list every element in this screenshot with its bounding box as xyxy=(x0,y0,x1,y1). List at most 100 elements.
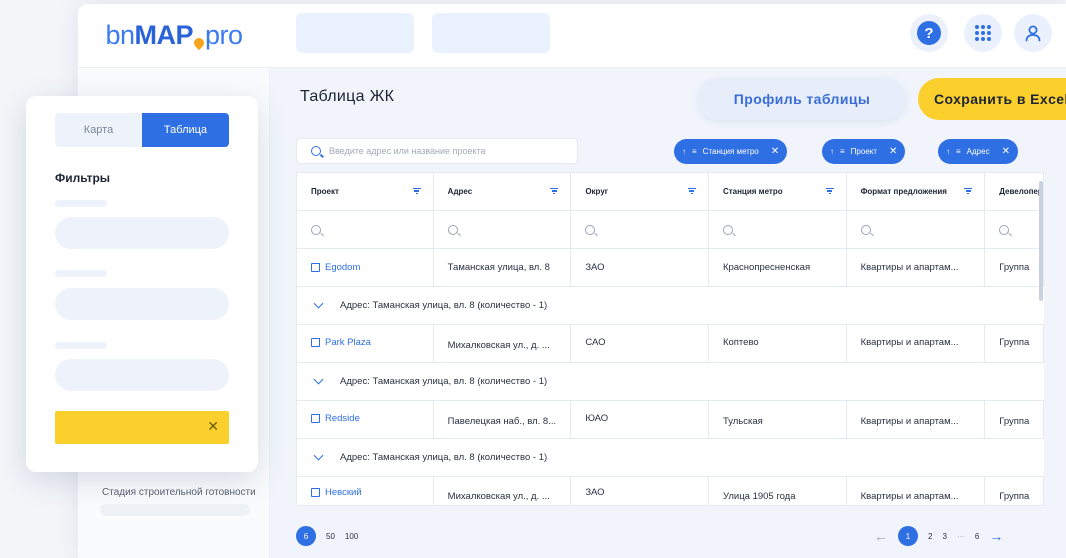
page-number[interactable]: 3 xyxy=(942,532,946,541)
logo-text-bn: bn xyxy=(105,20,135,50)
column-search-cell[interactable] xyxy=(985,211,1044,248)
filter-chip-label: Адрес xyxy=(966,147,990,156)
chevron-down-icon[interactable] xyxy=(313,298,324,309)
external-link-icon xyxy=(311,413,321,423)
tab-map[interactable]: Карта xyxy=(55,113,142,147)
column-header-district[interactable]: Округ xyxy=(571,173,709,210)
table-header-row: Проект Адрес Округ Станция метро Формат … xyxy=(297,173,1044,211)
column-header-label: Девелопер xyxy=(999,187,1043,196)
district-cell: ЗАО xyxy=(571,477,709,505)
close-icon[interactable]: ✕ xyxy=(207,418,219,435)
per-page-option[interactable]: 100 xyxy=(345,532,358,541)
save-excel-button[interactable]: Сохранить в Excel xyxy=(918,78,1066,120)
project-cell[interactable]: Невский xyxy=(297,477,434,505)
chevron-down-icon[interactable] xyxy=(313,374,324,385)
project-link[interactable]: Egodom xyxy=(325,262,360,273)
column-header-address[interactable]: Адрес xyxy=(434,173,572,210)
column-search-cell[interactable] xyxy=(571,211,709,248)
district-cell: САО xyxy=(571,325,709,362)
per-page-option-active[interactable]: 6 xyxy=(296,526,316,546)
logo[interactable]: bn MAP pro xyxy=(78,4,270,68)
project-link[interactable]: Невский xyxy=(325,487,362,498)
column-header-developer[interactable]: Девелопер xyxy=(985,173,1044,210)
filter-icon: ≡ xyxy=(840,147,845,156)
district-cell: ЗАО xyxy=(571,249,709,286)
external-link-icon xyxy=(311,487,321,497)
data-table: Проект Адрес Округ Станция метро Формат … xyxy=(296,172,1044,506)
logo-text-map: MAP xyxy=(134,20,194,50)
search-icon xyxy=(447,224,458,235)
table-row[interactable]: Egodom Таманская улица, вл. 8 ЗАО Красно… xyxy=(297,249,1044,287)
column-header-format[interactable]: Формат предложения xyxy=(847,173,986,210)
close-icon[interactable]: ✕ xyxy=(771,146,779,157)
filter-icon[interactable] xyxy=(687,187,696,196)
filter-field[interactable] xyxy=(55,288,229,320)
search-input[interactable] xyxy=(329,146,569,156)
page-number[interactable]: 6 xyxy=(975,532,979,541)
chevron-down-icon[interactable] xyxy=(313,450,324,461)
filter-icon[interactable] xyxy=(412,187,421,196)
column-search-cell[interactable] xyxy=(847,211,986,248)
sort-up-icon: ↑ xyxy=(682,147,686,156)
per-page-selector: 6 50 100 xyxy=(296,526,358,546)
filters-title: Фильтры xyxy=(55,171,111,185)
search-icon xyxy=(722,224,733,235)
table-profile-button[interactable]: Профиль таблицы xyxy=(698,78,906,120)
table-row[interactable]: Redside Павелецкая наб., вл. 8... ЮАО Ту… xyxy=(297,401,1044,439)
next-page-arrow-icon[interactable]: → xyxy=(989,528,1003,544)
search-icon xyxy=(585,224,596,235)
group-row[interactable]: Адрес: Таманская улица, вл. 8 (количеств… xyxy=(297,439,1044,477)
filter-field[interactable] xyxy=(55,359,229,391)
column-header-label: Станция метро xyxy=(722,187,783,196)
filter-chip[interactable]: ↑ ≡ Адрес ✕ xyxy=(938,139,1018,164)
filter-label-placeholder xyxy=(55,270,107,277)
page-title: Таблица ЖК xyxy=(300,88,395,105)
header-tab-placeholder[interactable] xyxy=(432,13,550,53)
sidebar-placeholder xyxy=(100,504,250,516)
column-search-cell[interactable] xyxy=(434,211,572,248)
filter-icon[interactable] xyxy=(825,187,834,196)
project-cell[interactable]: Egodom xyxy=(297,249,434,286)
group-row[interactable]: Адрес: Таманская улица, вл. 8 (количеств… xyxy=(297,363,1044,401)
apps-button[interactable] xyxy=(964,14,1002,52)
page-number-active[interactable]: 1 xyxy=(898,526,918,546)
help-icon: ? xyxy=(917,21,941,45)
address-cell: Михалковская ул., д. ... xyxy=(434,477,572,505)
filter-field[interactable] xyxy=(55,217,229,249)
close-icon[interactable]: ✕ xyxy=(1002,146,1010,157)
project-cell[interactable]: Redside xyxy=(297,401,434,438)
close-icon[interactable]: ✕ xyxy=(889,146,897,157)
table-row[interactable]: Park Plaza Михалковская ул., д. ... САО … xyxy=(297,325,1044,363)
page-number[interactable]: 2 xyxy=(928,532,932,541)
view-toggle: Карта Таблица xyxy=(55,113,229,147)
column-search-cell[interactable] xyxy=(709,211,847,248)
project-link[interactable]: Park Plaza xyxy=(325,337,371,348)
filter-label-placeholder xyxy=(55,200,107,207)
table-search-row xyxy=(297,211,1044,249)
column-header-project[interactable]: Проект xyxy=(297,173,434,210)
vertical-scrollbar[interactable] xyxy=(1039,181,1043,301)
profile-button[interactable] xyxy=(1014,14,1052,52)
header-tab-placeholder[interactable] xyxy=(296,13,414,53)
district-cell: ЮАО xyxy=(571,401,709,438)
search-box[interactable] xyxy=(296,138,578,164)
reset-filters-button[interactable]: ✕ xyxy=(55,411,229,444)
group-row[interactable]: Адрес: Таманская улица, вл. 8 (количеств… xyxy=(297,287,1044,325)
help-button[interactable]: ? xyxy=(910,14,948,52)
filter-icon[interactable] xyxy=(964,187,973,196)
column-search-cell[interactable] xyxy=(297,211,434,248)
project-cell[interactable]: Park Plaza xyxy=(297,325,434,362)
tab-table[interactable]: Таблица xyxy=(142,113,229,147)
per-page-option[interactable]: 50 xyxy=(326,532,335,541)
filter-chip[interactable]: ↑ ≡ Станция метро ✕ xyxy=(674,139,788,164)
table-row[interactable]: Невский Михалковская ул., д. ... ЗАО Ули… xyxy=(297,477,1044,505)
metro-cell: Улица 1905 года xyxy=(709,477,847,505)
filter-chip[interactable]: ↑ ≡ Проект ✕ xyxy=(822,139,906,164)
project-link[interactable]: Redside xyxy=(325,413,360,424)
search-icon xyxy=(860,224,871,235)
address-cell: Павелецкая наб., вл. 8... xyxy=(434,401,572,438)
column-header-metro[interactable]: Станция метро xyxy=(709,173,847,210)
filter-icon[interactable] xyxy=(550,187,559,196)
prev-page-arrow-icon[interactable]: ← xyxy=(874,528,888,544)
filters-panel: Карта Таблица Фильтры ✕ xyxy=(26,96,258,472)
